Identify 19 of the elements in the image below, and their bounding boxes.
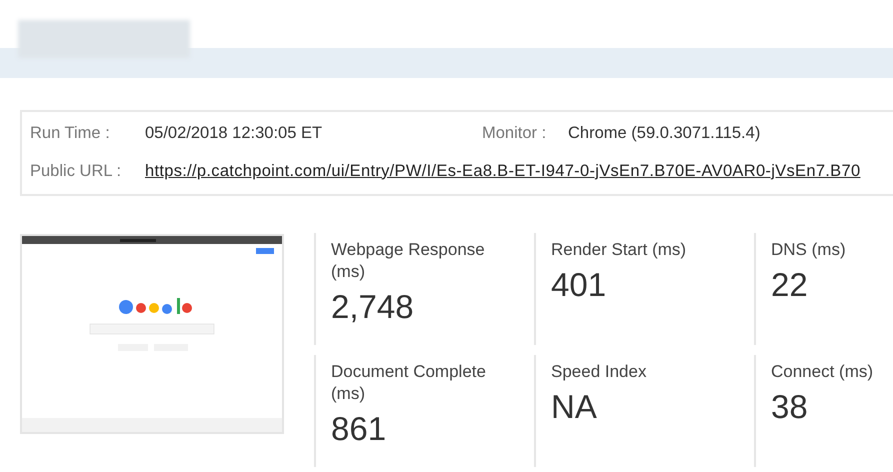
metric-label: DNS (ms)	[771, 239, 847, 261]
metric-label: Speed Index	[551, 361, 648, 383]
metric-label: Connect (ms)	[771, 361, 874, 383]
blurred-tab[interactable]	[18, 20, 190, 58]
metric-value: NA	[551, 387, 598, 427]
field-label: Public URL :	[30, 160, 122, 182]
field-label: Monitor :	[482, 122, 548, 144]
metric-value: 38	[771, 387, 809, 427]
metric-value: 2,748	[331, 287, 415, 327]
metric-value: 401	[551, 265, 608, 305]
field-value: 05/02/2018 12:30:05 ET	[145, 122, 324, 144]
metric-label: Render Start (ms)	[551, 239, 688, 261]
metric-value: 22	[771, 265, 809, 305]
metric-label: Webpage Response (ms)	[331, 239, 486, 283]
field-label: Run Time :	[30, 122, 111, 144]
url-link[interactable]: https://p.catchpoint.com/ui/Entry/PW/I/Es-Ea8.B-ET-I947-0-jVsEn7.B70E-AV0AR0-jVsEn7.B70	[145, 158, 860, 184]
metric-value: 861	[331, 409, 388, 449]
field-value: Chrome (59.0.3071.115.4)	[568, 122, 760, 144]
metric-label: Document Complete (ms)	[331, 361, 487, 405]
